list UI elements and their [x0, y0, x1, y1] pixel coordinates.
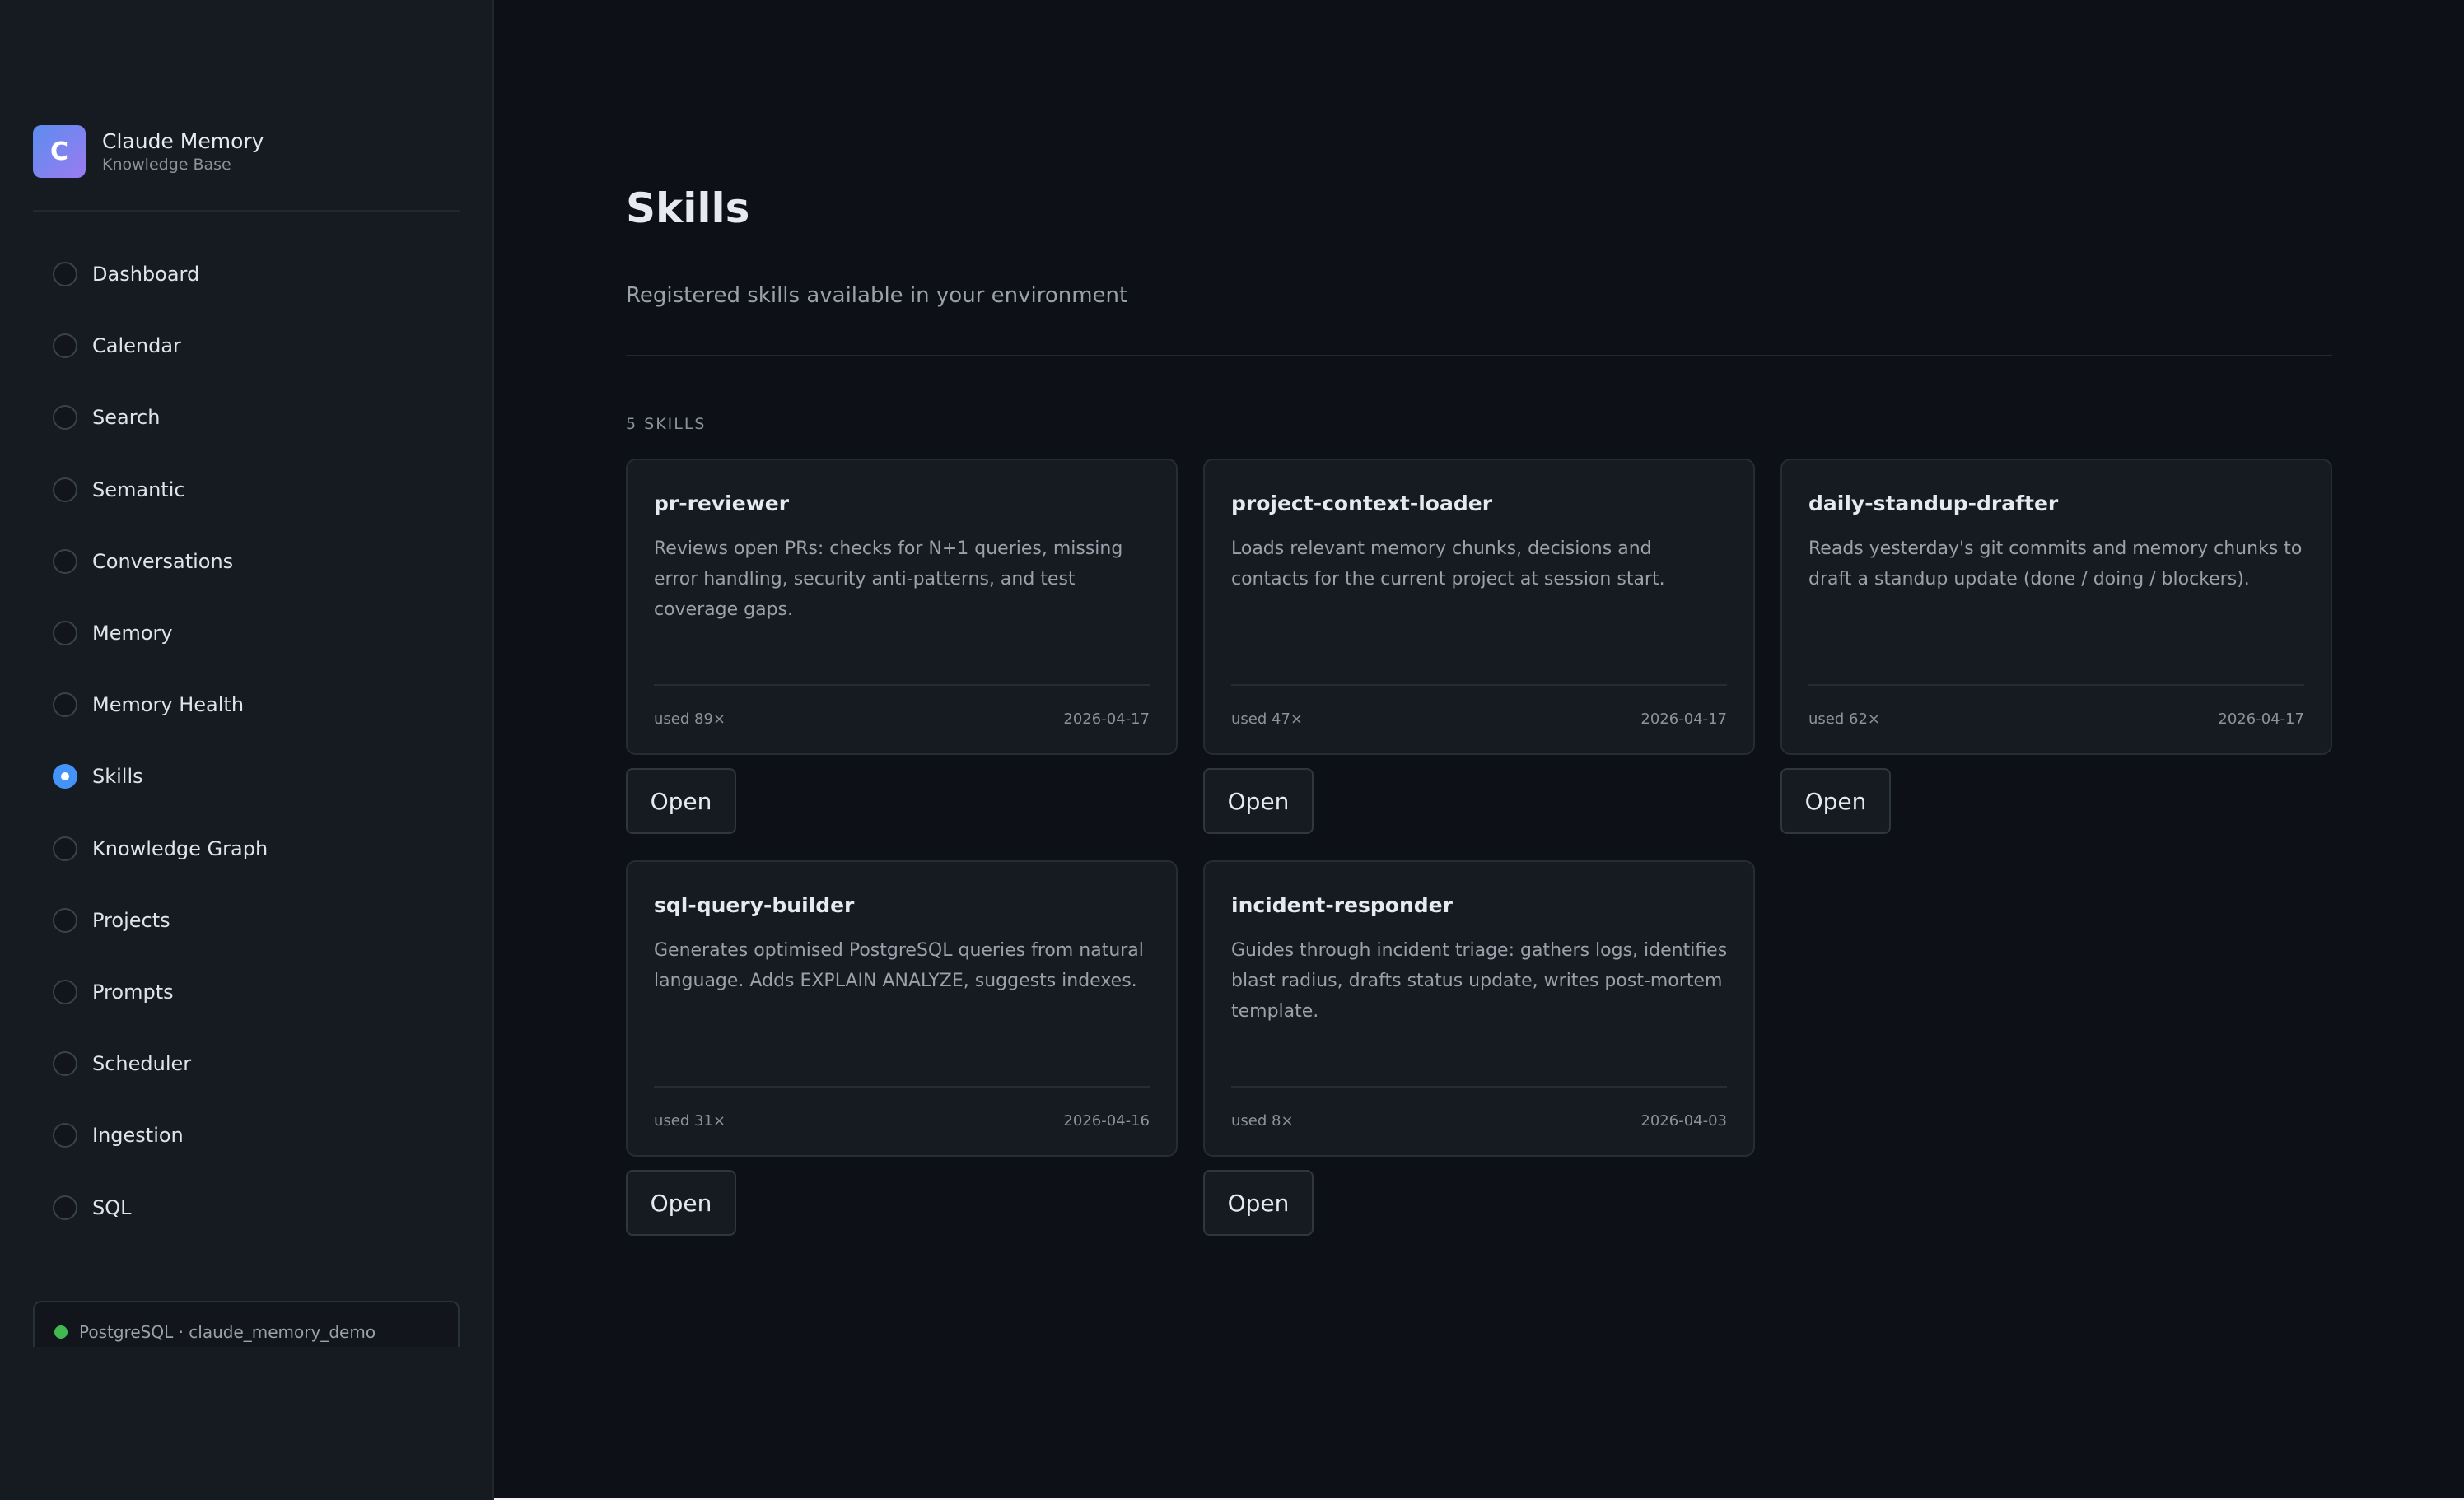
skill-date: 2026-04-17	[1063, 710, 1150, 728]
skill-card: pr-reviewer Reviews open PRs: checks for…	[626, 459, 1178, 755]
db-status-badge: PostgreSQL · claude_memory_demo	[33, 1301, 460, 1347]
skill-name: project-context-loader	[1231, 491, 1493, 515]
radio-icon	[53, 405, 77, 430]
sidebar-item-semantic[interactable]: Semantic	[53, 469, 185, 510]
brand-title: Claude Memory	[102, 129, 264, 153]
page-title: Skills	[626, 184, 750, 232]
sidebar: C Claude Memory Knowledge Base Dashboard…	[0, 0, 494, 1500]
skills-count: 5 SKILLS	[626, 415, 707, 433]
radio-icon	[53, 1051, 77, 1076]
main-content: Skills Registered skills available in yo…	[496, 0, 2464, 1500]
radio-icon	[53, 333, 77, 358]
skill-usage-count: used 8×	[1231, 1112, 1294, 1130]
radio-icon	[53, 692, 77, 717]
radio-icon	[53, 1195, 77, 1220]
sidebar-item-calendar[interactable]: Calendar	[53, 325, 181, 366]
skill-card: daily-standup-drafter Reads yesterday's …	[1780, 459, 2332, 755]
sidebar-item-label: Conversations	[92, 550, 234, 573]
sidebar-item-label: Dashboard	[92, 263, 200, 286]
sidebar-item-dashboard[interactable]: Dashboard	[53, 254, 199, 295]
skill-usage-count: used 89×	[654, 710, 726, 728]
sidebar-item-knowledge-graph[interactable]: Knowledge Graph	[53, 828, 268, 869]
skill-usage-count: used 47×	[1231, 710, 1303, 728]
db-status-label: PostgreSQL · claude_memory_demo	[79, 1322, 376, 1342]
sidebar-item-label: Projects	[92, 909, 170, 932]
radio-icon	[53, 477, 77, 502]
brand-logo: C	[33, 125, 86, 178]
sidebar-item-label: Prompts	[92, 981, 174, 1004]
skill-card: project-context-loader Loads relevant me…	[1203, 459, 1755, 755]
skill-usage-count: used 31×	[654, 1112, 726, 1130]
radio-icon	[53, 908, 77, 933]
sidebar-item-label: Calendar	[92, 334, 181, 357]
skill-description: Guides through incident triage: gathers …	[1231, 940, 1728, 1022]
card-divider	[1231, 684, 1727, 686]
skill-date: 2026-04-03	[1640, 1112, 1727, 1130]
radio-icon	[53, 836, 77, 861]
card-divider	[654, 684, 1150, 686]
sidebar-item-label: Ingestion	[92, 1124, 184, 1147]
open-skill-button[interactable]: Open	[626, 1170, 736, 1236]
skill-date: 2026-04-17	[1640, 710, 1727, 728]
open-skill-button[interactable]: Open	[626, 768, 736, 834]
skill-description: Reads yesterday's git commits and memory…	[1808, 538, 2303, 589]
skill-date: 2026-04-16	[1063, 1112, 1150, 1130]
sidebar-item-skills[interactable]: Skills	[53, 756, 143, 797]
sidebar-item-projects[interactable]: Projects	[53, 900, 170, 941]
sidebar-item-label: Scheduler	[92, 1052, 192, 1075]
radio-icon	[53, 549, 77, 574]
radio-icon	[53, 1123, 77, 1148]
sidebar-item-label: Skills	[92, 765, 143, 788]
sidebar-item-memory-health[interactable]: Memory Health	[53, 684, 244, 725]
brand-subtitle: Knowledge Base	[102, 156, 231, 174]
skill-usage-count: used 62×	[1808, 710, 1880, 728]
sidebar-item-scheduler[interactable]: Scheduler	[53, 1043, 191, 1084]
brand-text: Claude Memory Knowledge Base	[102, 128, 264, 175]
open-skill-button[interactable]: Open	[1780, 768, 1891, 834]
card-divider	[654, 1086, 1150, 1088]
radio-icon	[53, 980, 77, 1004]
sidebar-item-search[interactable]: Search	[53, 397, 160, 438]
skill-name: sql-query-builder	[654, 893, 855, 917]
sidebar-item-sql[interactable]: SQL	[53, 1187, 132, 1228]
card-divider	[1231, 1086, 1727, 1088]
sidebar-item-memory[interactable]: Memory	[53, 613, 173, 654]
sidebar-item-label: Knowledge Graph	[92, 837, 268, 860]
sidebar-item-label: Memory	[92, 622, 173, 645]
radio-selected-icon	[53, 764, 77, 789]
open-skill-button[interactable]: Open	[1203, 1170, 1314, 1236]
card-divider	[1808, 684, 2304, 686]
skill-name: daily-standup-drafter	[1808, 491, 2059, 515]
skill-name: incident-responder	[1231, 893, 1453, 917]
sidebar-item-ingestion[interactable]: Ingestion	[53, 1115, 184, 1156]
radio-icon	[53, 621, 77, 645]
skill-date: 2026-04-17	[2218, 710, 2304, 728]
sidebar-item-label: Memory Health	[92, 693, 245, 716]
sidebar-item-conversations[interactable]: Conversations	[53, 541, 233, 582]
skill-description: Generates optimised PostgreSQL queries f…	[654, 940, 1144, 991]
skill-card: incident-responder Guides through incide…	[1203, 860, 1755, 1157]
page-divider	[626, 355, 2332, 356]
page-subtitle: Registered skills available in your envi…	[626, 283, 1128, 308]
radio-icon	[53, 262, 77, 286]
sidebar-item-label: SQL	[92, 1196, 132, 1219]
open-skill-button[interactable]: Open	[1203, 768, 1314, 834]
brand-divider	[33, 210, 460, 212]
sidebar-item-label: Semantic	[92, 478, 185, 501]
status-dot-icon	[54, 1325, 68, 1339]
sidebar-item-prompts[interactable]: Prompts	[53, 971, 174, 1013]
skill-name: pr-reviewer	[654, 491, 790, 515]
skill-description: Reviews open PRs: checks for N+1 queries…	[654, 538, 1123, 620]
skill-card: sql-query-builder Generates optimised Po…	[626, 860, 1178, 1157]
brand[interactable]: C Claude Memory Knowledge Base	[33, 125, 264, 178]
sidebar-item-label: Search	[92, 406, 161, 429]
skill-description: Loads relevant memory chunks, decisions …	[1231, 538, 1665, 589]
